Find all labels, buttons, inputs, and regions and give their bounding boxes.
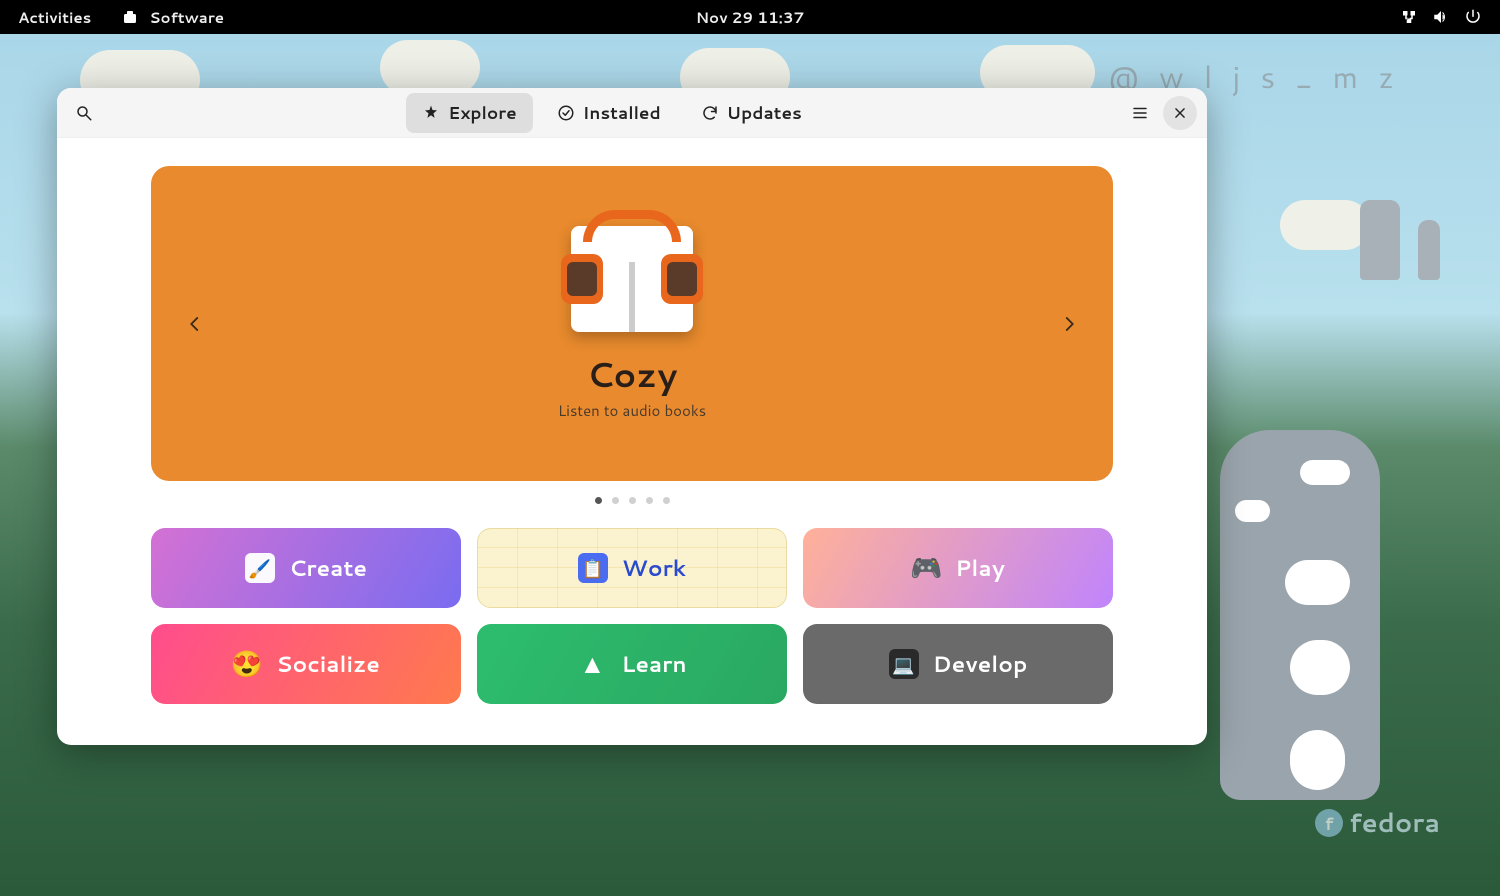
- installed-icon: [557, 104, 575, 122]
- tab-label: Updates: [727, 101, 802, 125]
- fedora-label: fedora: [1349, 805, 1440, 841]
- category-label: Work: [622, 553, 686, 584]
- volume-icon: [1432, 8, 1450, 26]
- category-create[interactable]: 🖌️ Create: [151, 528, 461, 608]
- tower-window: [1290, 730, 1345, 790]
- pagination-dot[interactable]: [663, 497, 670, 504]
- banner-next-button[interactable]: [1051, 306, 1087, 342]
- create-icon: 🖌️: [245, 553, 275, 583]
- banner-prev-button[interactable]: [177, 306, 213, 342]
- category-develop[interactable]: 💻 Develop: [803, 624, 1113, 704]
- banner-pagination: [151, 497, 1113, 504]
- pagination-dot[interactable]: [629, 497, 636, 504]
- search-icon: [75, 104, 93, 122]
- category-play[interactable]: 🎮 Play: [803, 528, 1113, 608]
- gnome-top-bar: Activities Software Nov 29 11:37: [0, 0, 1500, 34]
- fedora-watermark: f fedora: [1315, 805, 1440, 841]
- tab-updates[interactable]: Updates: [685, 93, 818, 133]
- tab-explore[interactable]: Explore: [406, 93, 532, 133]
- network-icon: [1400, 8, 1418, 26]
- develop-icon: 💻: [889, 649, 919, 679]
- menu-button[interactable]: [1123, 96, 1157, 130]
- system-status-area[interactable]: [1400, 8, 1482, 26]
- featured-app-icon: [571, 226, 693, 332]
- activities-button[interactable]: Activities: [18, 7, 91, 28]
- explore-icon: [422, 104, 440, 122]
- social-icon: 😍: [232, 649, 262, 679]
- chevron-left-icon: [186, 315, 204, 333]
- header-bar: Explore Installed Updates: [57, 88, 1207, 138]
- active-app-indicator[interactable]: Software: [121, 7, 224, 28]
- close-button[interactable]: [1163, 96, 1197, 130]
- category-learn[interactable]: ▲ Learn: [477, 624, 787, 704]
- featured-app-subtitle: Listen to audio books: [558, 400, 706, 421]
- pagination-dot[interactable]: [646, 497, 653, 504]
- featured-app-title: Cozy: [587, 350, 678, 398]
- category-work[interactable]: 📋 Work: [477, 528, 787, 608]
- active-app-label: Software: [149, 7, 224, 28]
- power-icon: [1464, 8, 1482, 26]
- clock[interactable]: Nov 29 11:37: [696, 7, 805, 28]
- featured-banner[interactable]: Cozy Listen to audio books: [151, 166, 1113, 481]
- work-icon: 📋: [578, 553, 608, 583]
- window-content: Cozy Listen to audio books 🖌️ Create 📋 Work…: [57, 138, 1207, 724]
- search-button[interactable]: [67, 96, 101, 130]
- tower-window: [1285, 560, 1350, 605]
- software-window: Explore Installed Updates: [57, 88, 1207, 745]
- view-switcher: Explore Installed Updates: [406, 93, 818, 133]
- category-label: Learn: [621, 649, 686, 680]
- updates-icon: [701, 104, 719, 122]
- hamburger-icon: [1131, 104, 1149, 122]
- software-icon: [121, 8, 139, 26]
- tab-label: Installed: [583, 101, 661, 125]
- category-label: Create: [289, 553, 367, 584]
- learn-icon: ▲: [577, 649, 607, 679]
- cloud-decoration: [380, 40, 480, 95]
- fedora-logo-icon: f: [1315, 809, 1343, 837]
- category-label: Socialize: [276, 649, 380, 680]
- chevron-right-icon: [1060, 315, 1078, 333]
- category-grid: 🖌️ Create 📋 Work 🎮 Play 😍 Socialize ▲ Learn 💻 Devel…: [151, 528, 1113, 704]
- pagination-dot[interactable]: [595, 497, 602, 504]
- stone-decoration: [1360, 200, 1400, 280]
- tab-installed[interactable]: Installed: [541, 93, 677, 133]
- play-icon: 🎮: [911, 553, 941, 583]
- category-label: Develop: [933, 649, 1028, 680]
- tab-label: Explore: [448, 101, 516, 125]
- pagination-dot[interactable]: [612, 497, 619, 504]
- stone-decoration: [1418, 220, 1440, 280]
- tower-window: [1300, 460, 1350, 485]
- cloud-decoration: [1280, 200, 1370, 250]
- close-icon: [1173, 106, 1187, 120]
- tower-window: [1235, 500, 1270, 522]
- category-social[interactable]: 😍 Socialize: [151, 624, 461, 704]
- tower-window: [1290, 640, 1350, 695]
- category-label: Play: [955, 553, 1004, 584]
